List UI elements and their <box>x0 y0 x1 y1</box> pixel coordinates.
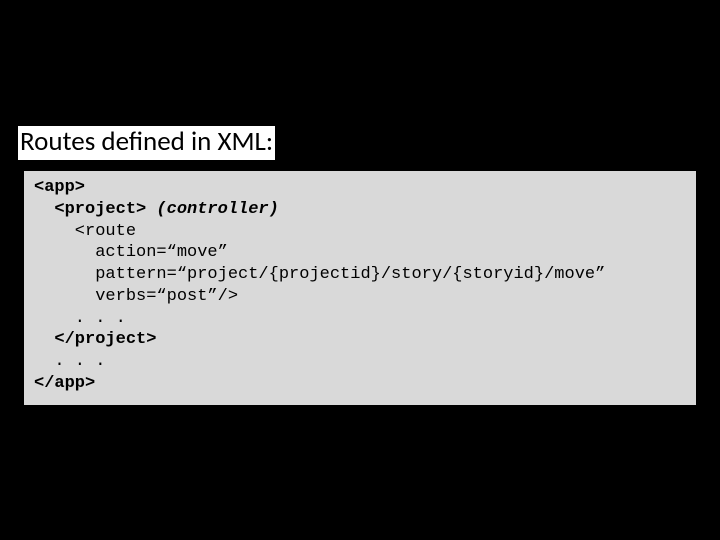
slide-heading: Routes defined in XML: <box>18 126 275 162</box>
code-line-2-comment: (controller) <box>146 200 279 219</box>
code-content: <app> <project> (controller) <route acti… <box>34 177 686 395</box>
code-line-4: action=“move” <box>34 243 228 262</box>
code-line-1: <app> <box>34 178 85 197</box>
code-line-5: pattern=“project/{projectid}/story/{stor… <box>34 265 605 284</box>
slide: Routes defined in XML: <app> <project> (… <box>0 0 720 540</box>
heading-text: Routes defined in XML: <box>20 125 273 158</box>
code-line-2-tag: <project> <box>34 200 146 219</box>
code-line-10: </app> <box>34 374 95 393</box>
code-line-6: verbs=“post”/> <box>34 287 238 306</box>
code-line-9: . . . <box>34 352 105 371</box>
code-line-7: . . . <box>34 309 126 328</box>
code-block: <app> <project> (controller) <route acti… <box>22 169 698 407</box>
code-line-8: </project> <box>34 330 156 349</box>
code-line-3: <route <box>34 222 136 241</box>
